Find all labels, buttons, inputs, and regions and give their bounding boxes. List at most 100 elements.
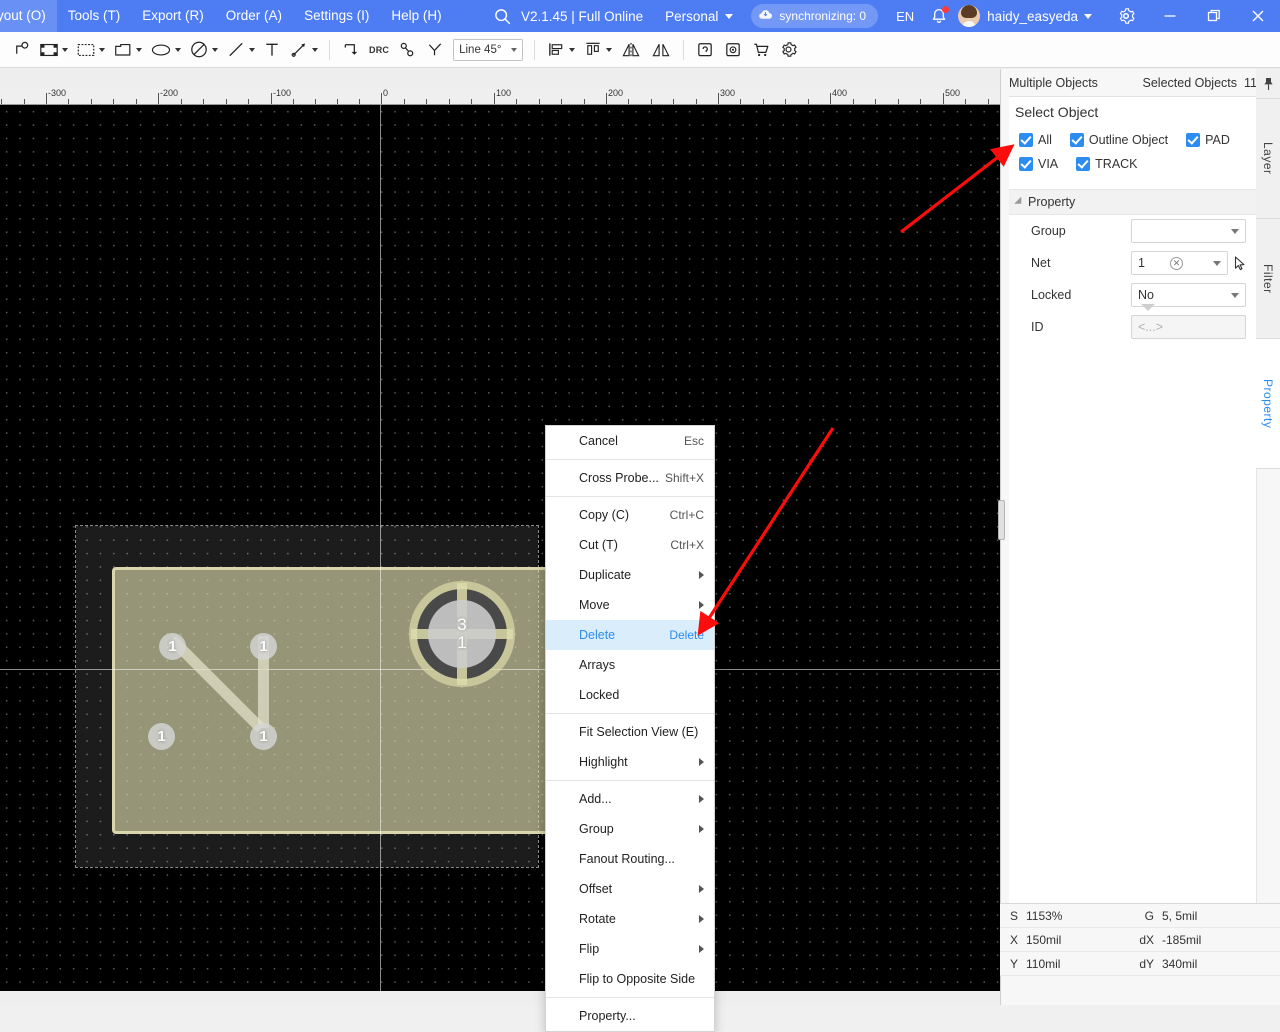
menu-item-offset[interactable]: Offset bbox=[546, 874, 714, 904]
menu-export[interactable]: Export (R) bbox=[131, 0, 215, 32]
chevron-down-icon[interactable] bbox=[136, 47, 142, 52]
menu-help[interactable]: Help (H) bbox=[380, 0, 452, 32]
menu-item-copy-c[interactable]: Copy (C) Ctrl+C bbox=[546, 500, 714, 530]
menu-item-move[interactable]: Move bbox=[546, 590, 714, 620]
pad-top-left[interactable]: 1 bbox=[159, 633, 186, 660]
cart-tool-icon[interactable] bbox=[747, 36, 775, 64]
username-label[interactable]: haidy_easyeda bbox=[987, 9, 1078, 24]
menu-item-fit-selection-view-e[interactable]: Fit Selection View (E) bbox=[546, 717, 714, 747]
line-angle-dropdown[interactable]: Line 45° bbox=[453, 38, 524, 61]
menu-item-cancel[interactable]: Cancel Esc bbox=[546, 426, 714, 456]
net-assign-tool-icon[interactable] bbox=[337, 36, 365, 64]
tab-property[interactable]: Property bbox=[1256, 339, 1280, 469]
chevron-down-icon[interactable] bbox=[212, 47, 218, 52]
menu-item-flip-to-opposite-side[interactable]: Flip to Opposite Side bbox=[546, 964, 714, 994]
chevron-down-icon[interactable] bbox=[606, 47, 613, 52]
ellipse-tool-icon[interactable] bbox=[146, 36, 185, 64]
user-menu-chevron-down-icon[interactable] bbox=[1084, 13, 1092, 19]
menu-tools[interactable]: Tools (T) bbox=[57, 0, 132, 32]
checkbox-checked-icon[interactable] bbox=[1076, 157, 1091, 171]
import-image-tool-icon[interactable] bbox=[691, 36, 719, 64]
menu-item-cross-probe[interactable]: Cross Probe... Shift+X bbox=[546, 463, 714, 493]
chevron-down-icon[interactable] bbox=[249, 47, 255, 52]
filter-label: PAD bbox=[1205, 133, 1230, 147]
menu-order[interactable]: Order (A) bbox=[215, 0, 293, 32]
menu-item-property[interactable]: Property... bbox=[546, 1001, 714, 1031]
menu-item-arrays[interactable]: Arrays bbox=[546, 650, 714, 680]
pad-bottom-right[interactable]: 1 bbox=[250, 723, 277, 750]
chevron-down-icon[interactable] bbox=[312, 47, 318, 52]
chevron-down-icon[interactable] bbox=[99, 47, 105, 52]
mirror-vertical-tool-icon[interactable] bbox=[646, 36, 676, 64]
net-port-tool-icon[interactable] bbox=[8, 36, 35, 64]
menu-layout[interactable]: yout (O) bbox=[0, 0, 57, 32]
pcb-editor-canvas-area[interactable]: -300 -200 -100 0 100 200 300 400 500 1 1 1 1 bbox=[0, 69, 1000, 1005]
tab-layer[interactable]: Layer bbox=[1256, 99, 1280, 219]
menu-item-group[interactable]: Group bbox=[546, 814, 714, 844]
checkbox-checked-icon[interactable] bbox=[1019, 133, 1033, 147]
teardrop-tool-icon[interactable] bbox=[393, 36, 421, 64]
settings-gear-icon[interactable] bbox=[1104, 0, 1148, 32]
search-icon[interactable] bbox=[485, 0, 519, 32]
minimize-icon[interactable] bbox=[1148, 0, 1192, 32]
menu-item-locked[interactable]: Locked bbox=[546, 680, 714, 710]
account-scope-dropdown[interactable]: Personal bbox=[655, 9, 743, 24]
mirror-horizontal-tool-icon[interactable] bbox=[616, 36, 646, 64]
pin-icon[interactable] bbox=[1256, 69, 1280, 99]
chevron-down-icon[interactable] bbox=[569, 47, 576, 52]
menu-item-delete[interactable]: Delete Delete bbox=[546, 620, 714, 650]
menu-item-cut-t[interactable]: Cut (T) Ctrl+X bbox=[546, 530, 714, 560]
panel-collapse-handle[interactable] bbox=[998, 500, 1005, 540]
photo-view-tool-icon[interactable] bbox=[719, 36, 747, 64]
context-menu[interactable]: Cancel Esc Cross Probe... Shift+X Copy (C) Ct… bbox=[545, 425, 715, 1032]
sync-status-pill[interactable]: synchronizing: 0 bbox=[751, 4, 879, 28]
route-tool-icon[interactable] bbox=[421, 36, 449, 64]
chevron-down-icon[interactable] bbox=[62, 47, 68, 52]
tab-filter[interactable]: Filter bbox=[1256, 219, 1280, 339]
restore-window-icon[interactable] bbox=[1192, 0, 1236, 32]
filter-outline-object[interactable]: Outline Object bbox=[1069, 133, 1168, 147]
footprint-tool-icon[interactable] bbox=[35, 36, 72, 64]
filter-track[interactable]: TRACK bbox=[1076, 157, 1138, 171]
ruler-minor-tick bbox=[23, 99, 25, 104]
menu-item-flip[interactable]: Flip bbox=[546, 934, 714, 964]
no-copper-area-tool-icon[interactable] bbox=[185, 36, 222, 64]
avatar[interactable] bbox=[958, 5, 981, 27]
menu-settings[interactable]: Settings (I) bbox=[293, 0, 380, 32]
menu-item-fanout-routing[interactable]: Fanout Routing... bbox=[546, 844, 714, 874]
menu-item-rotate[interactable]: Rotate bbox=[546, 904, 714, 934]
menu-item-duplicate[interactable]: Duplicate bbox=[546, 560, 714, 590]
menu-item-highlight[interactable]: Highlight bbox=[546, 747, 714, 777]
via-hole[interactable]: 3 1 bbox=[428, 600, 496, 668]
pad-top-right[interactable]: 1 bbox=[250, 633, 277, 660]
filter-all[interactable]: All bbox=[1019, 133, 1052, 147]
property-section-header[interactable]: Property bbox=[1009, 189, 1256, 215]
config-gear-tool-icon[interactable] bbox=[775, 36, 802, 64]
group-select[interactable] bbox=[1131, 219, 1246, 243]
checkbox-checked-icon[interactable] bbox=[1069, 133, 1084, 147]
net-select[interactable]: 1 ✕ bbox=[1131, 251, 1228, 275]
pcb-canvas[interactable]: 1 1 1 1 3 1 bbox=[0, 105, 1000, 991]
horizontal-ruler[interactable]: -300 -200 -100 0 100 200 300 400 500 bbox=[0, 88, 1000, 105]
copper-area-tool-icon[interactable] bbox=[72, 36, 109, 64]
net-picker-cursor-icon[interactable] bbox=[1230, 255, 1250, 271]
filter-pad[interactable]: PAD bbox=[1186, 133, 1230, 147]
language-selector[interactable]: EN bbox=[886, 9, 924, 24]
menu-item-add[interactable]: Add... bbox=[546, 784, 714, 814]
pad-bottom-left[interactable]: 1 bbox=[148, 723, 175, 750]
align-tool-icon[interactable] bbox=[542, 36, 579, 64]
line-tool-icon[interactable] bbox=[222, 36, 259, 64]
dimension-tool-icon[interactable] bbox=[285, 36, 322, 64]
chevron-down-icon[interactable] bbox=[175, 47, 181, 52]
filter-via[interactable]: VIA bbox=[1019, 157, 1058, 171]
checkbox-checked-icon[interactable] bbox=[1019, 157, 1033, 171]
notification-bell-icon[interactable] bbox=[924, 0, 954, 32]
polygon-tool-icon[interactable] bbox=[109, 36, 146, 64]
checkbox-checked-icon[interactable] bbox=[1186, 133, 1201, 147]
text-tool-icon[interactable] bbox=[259, 36, 285, 64]
drc-tool[interactable]: DRC bbox=[365, 36, 393, 64]
clear-icon[interactable]: ✕ bbox=[1169, 256, 1183, 270]
close-window-icon[interactable] bbox=[1236, 0, 1280, 32]
via-pad[interactable]: 3 1 bbox=[409, 581, 515, 687]
distribute-tool-icon[interactable] bbox=[579, 36, 616, 64]
